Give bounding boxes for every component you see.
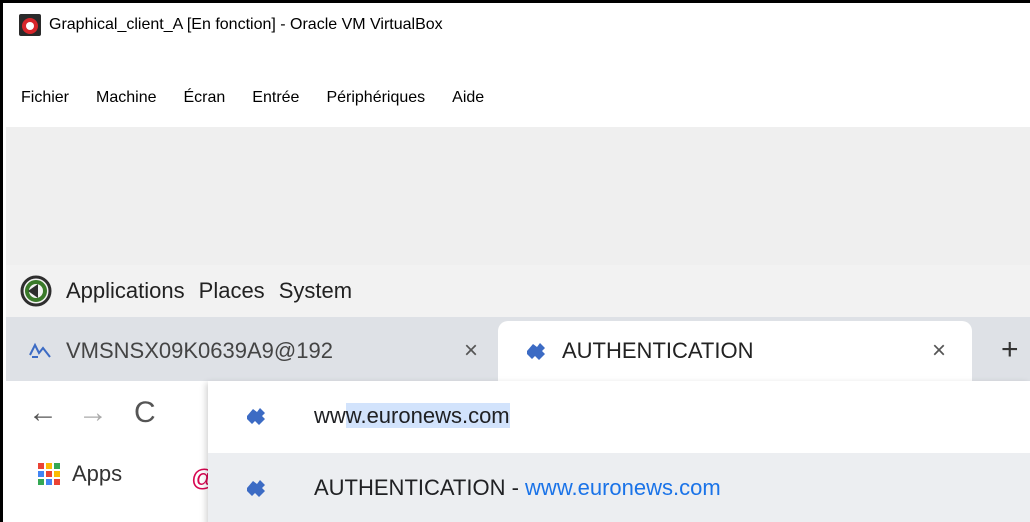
typed-text: ww bbox=[314, 403, 346, 428]
vm-menubar: Fichier Machine Écran Entrée Périphériqu… bbox=[6, 85, 1030, 111]
omnibox-suggestion[interactable]: AUTHENTICATION - www.euronews.com bbox=[208, 453, 1030, 522]
menu-entree[interactable]: Entrée bbox=[252, 89, 299, 107]
panel-system[interactable]: System bbox=[279, 278, 352, 304]
panel-applications[interactable]: Applications bbox=[66, 278, 185, 304]
network-icon bbox=[28, 339, 52, 363]
panel-places[interactable]: Places bbox=[199, 278, 265, 304]
suggestion-separator: - bbox=[505, 475, 526, 500]
omnibox-dropdown: www.euronews.com AUTHENTICATION - www.eu… bbox=[208, 381, 1030, 522]
tab-title: AUTHENTICATION bbox=[562, 338, 754, 363]
bookmark-apps[interactable]: Apps bbox=[38, 461, 122, 487]
new-tab-plus-icon[interactable]: + bbox=[1001, 333, 1019, 367]
gnome-foot-logo-icon[interactable] bbox=[16, 271, 56, 311]
omnibox-input[interactable]: www.euronews.com bbox=[314, 403, 510, 429]
menu-ecran[interactable]: Écran bbox=[184, 89, 226, 107]
vm-display-blank-area bbox=[6, 127, 1030, 265]
suggestion-url: www.euronews.com bbox=[525, 475, 721, 500]
puzzle-icon bbox=[244, 404, 274, 428]
tab-vmsnsx[interactable]: VMSNSX09K0639A9@192 × bbox=[28, 321, 490, 381]
window-title: Graphical_client_A [En fonction] - Oracl… bbox=[49, 16, 443, 33]
suggestion-url-prefix: ww bbox=[525, 475, 557, 500]
apps-label: Apps bbox=[72, 461, 123, 486]
suggestion-text: AUTHENTICATION - www.euronews.com bbox=[314, 475, 721, 501]
forward-arrow-icon[interactable]: → bbox=[78, 396, 108, 430]
close-icon[interactable]: × bbox=[924, 337, 954, 365]
virtualbox-logo-icon bbox=[19, 14, 41, 36]
window-titlebar: Graphical_client_A [En fonction] - Oracl… bbox=[6, 11, 1030, 39]
virtualbox-window: Graphical_client_A [En fonction] - Oracl… bbox=[0, 0, 1030, 522]
reload-icon[interactable]: C bbox=[134, 396, 156, 430]
puzzle-icon bbox=[244, 476, 274, 500]
menu-aide[interactable]: Aide bbox=[452, 89, 484, 107]
puzzle-icon bbox=[524, 339, 548, 363]
suggestion-title: AUTHENTICATION bbox=[314, 475, 506, 500]
menu-peripheriques[interactable]: Périphériques bbox=[326, 89, 425, 107]
back-arrow-icon[interactable]: ← bbox=[28, 396, 58, 430]
menu-fichier[interactable]: Fichier bbox=[21, 89, 69, 107]
close-icon[interactable]: × bbox=[456, 337, 486, 365]
menu-machine[interactable]: Machine bbox=[96, 89, 156, 107]
suggestion-url-rest: w.euronews.com bbox=[556, 475, 721, 500]
gnome-top-panel: Applications Places System bbox=[6, 265, 1030, 317]
apps-grid-icon bbox=[38, 463, 60, 485]
browser-tab-strip: VMSNSX09K0639A9@192 × AUTHENTICATION × + bbox=[6, 317, 1030, 381]
tab-authentication[interactable]: AUTHENTICATION × bbox=[498, 321, 972, 381]
autocomplete-selection: w.euronews.com bbox=[345, 403, 510, 428]
omnibox-input-row[interactable]: www.euronews.com bbox=[208, 381, 1030, 451]
tab-title: VMSNSX09K0639A9@192 bbox=[66, 338, 333, 363]
